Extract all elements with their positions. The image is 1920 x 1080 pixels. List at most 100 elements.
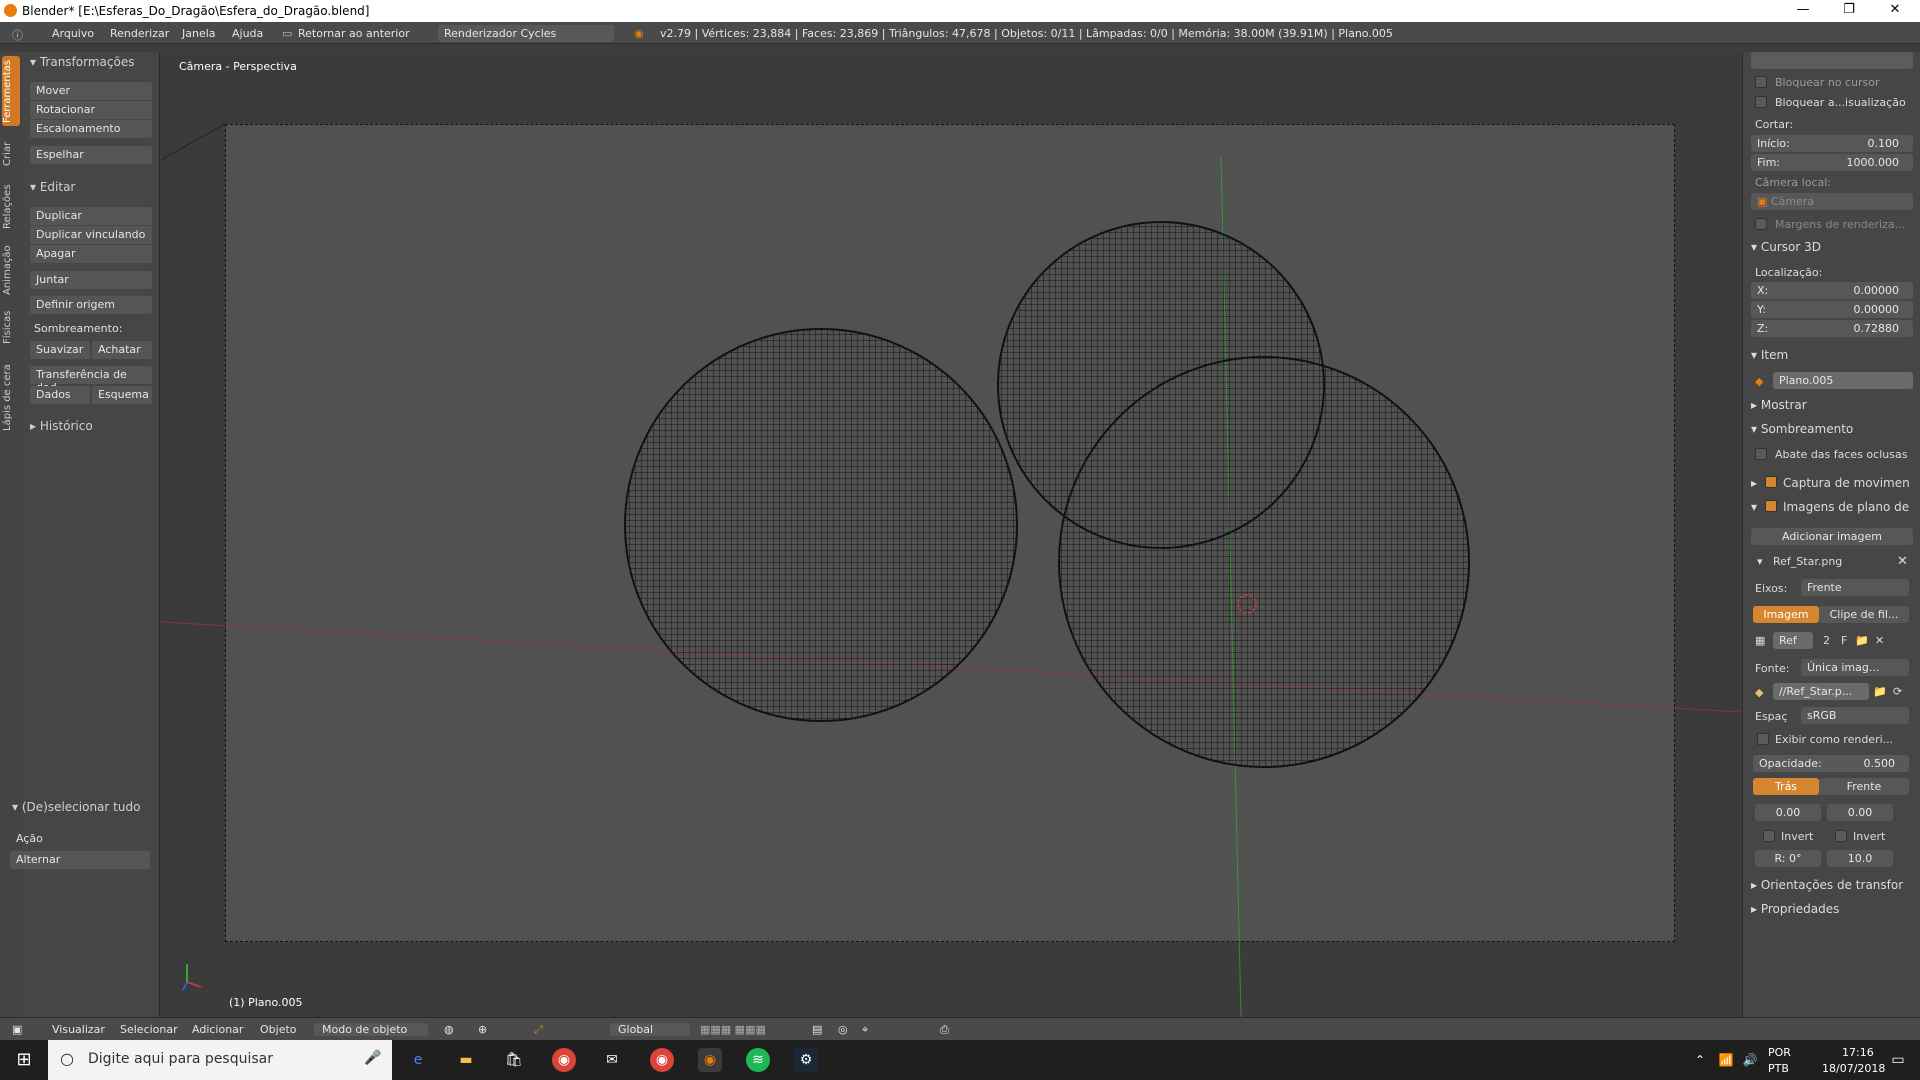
3d-viewport[interactable]: Câmera - Perspectiva (1) Plano.005 [161,52,1741,1017]
wireframe-sphere-left[interactable] [624,328,1018,722]
display-panel-header[interactable]: ▸ Mostrar [1751,398,1807,412]
clock-date[interactable]: 18/07/2018 [1822,1062,1885,1075]
menu-arquivo[interactable]: Arquivo [52,27,94,40]
pivot-icon[interactable]: ⊕ [478,1023,487,1036]
reload-icon[interactable]: ⟳ [1893,685,1902,698]
data-button[interactable]: Dados [30,386,90,404]
camera-object-field[interactable] [1751,52,1913,69]
rotate-button[interactable]: Rotacionar [30,101,152,119]
offset-x-field[interactable]: 0.00 [1755,804,1821,821]
chrome-icon[interactable]: ◉ [552,1048,576,1072]
scale-button[interactable]: Escalonamento [30,120,152,138]
microphone-icon[interactable]: 🎤 [364,1050,381,1066]
local-camera-field[interactable]: ▣ Câmera [1751,193,1913,210]
tab-fisicas[interactable]: Físicas [2,304,20,350]
file-path-field[interactable]: //Ref_Star.p... [1773,683,1869,700]
action-select[interactable]: Alternar [10,851,150,869]
chrome-icon-2[interactable]: ◉ [650,1048,674,1072]
wireframe-sphere-right[interactable] [1058,356,1470,768]
browse-file-icon[interactable]: 📁 [1873,685,1887,698]
panel-transform-header[interactable]: ▾ Transformações [30,55,134,69]
tab-criar[interactable]: Criar [2,136,20,172]
schema-button[interactable]: Esquema [92,386,152,404]
edge-icon[interactable]: e [406,1048,430,1072]
properties-panel-header[interactable]: ▸ Propriedades [1751,902,1839,916]
info-editor-icon[interactable]: ⓘ [12,27,23,43]
smooth-button[interactable]: Suavizar [30,341,90,359]
language-code[interactable]: POR [1768,1046,1791,1059]
front-button[interactable]: Frente [1819,778,1909,795]
keyboard-layout[interactable]: PTB [1768,1062,1789,1075]
maximize-button[interactable]: ❐ [1826,2,1872,20]
lock-view-checkbox[interactable] [1755,96,1767,108]
manipulator-icon[interactable]: ⤢ [534,1023,543,1037]
snap-icon[interactable]: ⌖ [862,1023,868,1037]
close-window-button[interactable]: ✕ [1872,2,1918,20]
show-render-checkbox[interactable] [1757,733,1769,745]
layers-grid-icon[interactable]: ▦▦▦ ▦▦▦ [700,1023,766,1036]
render-preview-icon[interactable]: ⎙ [940,1023,949,1037]
viewport-shading-icon[interactable]: ◍ [444,1023,454,1036]
orientations-panel-header[interactable]: ▸ Orientações de transfor [1751,878,1903,892]
shading-panel-header[interactable]: ▾ Sombreamento [1751,422,1853,436]
render-layer-icon[interactable]: ▤ [812,1023,822,1036]
lock-cursor-checkbox[interactable] [1755,76,1767,88]
data-transfer-button[interactable]: Transferência de dad... [30,366,152,394]
object-name-field[interactable]: Plano.005 [1773,372,1913,389]
cursor-panel-header[interactable]: ▾ Cursor 3D [1751,240,1821,254]
menu-ajuda[interactable]: Ajuda [232,27,263,40]
tab-animacao[interactable]: Animação [2,242,20,298]
source-select[interactable]: Única imag... [1801,659,1909,676]
menu-visualizar[interactable]: Visualizar [52,1023,105,1036]
open-image-icon[interactable]: 📁 [1855,634,1869,647]
unlink-image-icon[interactable]: ✕ [1875,634,1884,647]
background-images-header[interactable]: ▾ [1751,500,1757,514]
taskbar-search[interactable]: ○ Digite aqui para pesquisar 🎤 [48,1040,392,1080]
blender-taskbar-icon[interactable]: ◉ [698,1048,722,1072]
size-field[interactable]: 10.0 [1827,850,1893,867]
menu-objeto[interactable]: Objeto [260,1023,297,1036]
menu-adicionar[interactable]: Adicionar [192,1023,243,1036]
remove-image-icon[interactable]: ✕ [1897,554,1908,569]
delete-button[interactable]: Apagar [30,245,152,263]
set-origin-select[interactable]: Definir origem [30,296,152,314]
color-space-select[interactable]: sRGB [1801,707,1909,724]
windows-start-icon[interactable]: ⊞ [12,1048,36,1072]
operator-panel-header[interactable]: ▾ (De)selecionar tudo [12,800,140,814]
clip-start-field[interactable]: Início: 0.100 [1751,135,1913,152]
motion-tracking-checkbox[interactable] [1765,476,1777,488]
menu-janela[interactable]: Janela [182,27,216,40]
render-engine-select[interactable]: Renderizador Cycles [438,25,614,42]
volume-icon[interactable]: 🔊 [1738,1048,1762,1072]
ref-image-field[interactable]: Ref [1773,632,1813,649]
back-button[interactable]: Trás [1753,778,1819,795]
invert-y-checkbox[interactable] [1835,830,1847,842]
mirror-button[interactable]: Espelhar [30,146,152,164]
clip-end-field[interactable]: Fim: 1000.000 [1751,154,1913,171]
tab-movie-clip[interactable]: Clipe de fil... [1819,606,1909,623]
rotation-field[interactable]: R: 0° [1755,850,1821,867]
network-icon[interactable]: 📶 [1714,1048,1738,1072]
menu-selecionar[interactable]: Selecionar [120,1023,178,1036]
cursor-z-field[interactable]: Z: 0.72880 [1751,320,1913,337]
panel-edit-header[interactable]: ▾ Editar [30,180,75,194]
item-panel-header[interactable]: ▾ Item [1751,348,1788,362]
store-icon[interactable]: 🛍 [502,1048,526,1072]
editor-type-icon[interactable]: ▣ [12,1023,22,1036]
spotify-icon[interactable]: ≋ [746,1048,770,1072]
notifications-icon[interactable]: ▭ [1886,1048,1910,1072]
tab-relacoes[interactable]: Relações [2,180,20,234]
duplicate-button[interactable]: Duplicar [30,207,152,225]
motion-tracking-header[interactable]: ▸ [1751,476,1757,490]
move-button[interactable]: Mover [30,82,152,100]
background-images-checkbox[interactable] [1765,500,1777,512]
tab-ferramentas[interactable]: Ferramentas [2,56,20,126]
back-to-previous-button[interactable]: Retornar ao anterior [298,27,410,40]
image-browse-icon[interactable]: ▦ [1755,634,1765,647]
file-explorer-icon[interactable]: ▬ [454,1048,478,1072]
add-image-button[interactable]: Adicionar imagem [1751,528,1913,545]
opacity-slider[interactable]: Opacidade: 0.500 [1753,755,1909,772]
offset-y-field[interactable]: 0.00 [1827,804,1893,821]
flat-button[interactable]: Achatar [92,341,152,359]
duplicate-linked-button[interactable]: Duplicar vinculando [30,226,152,244]
